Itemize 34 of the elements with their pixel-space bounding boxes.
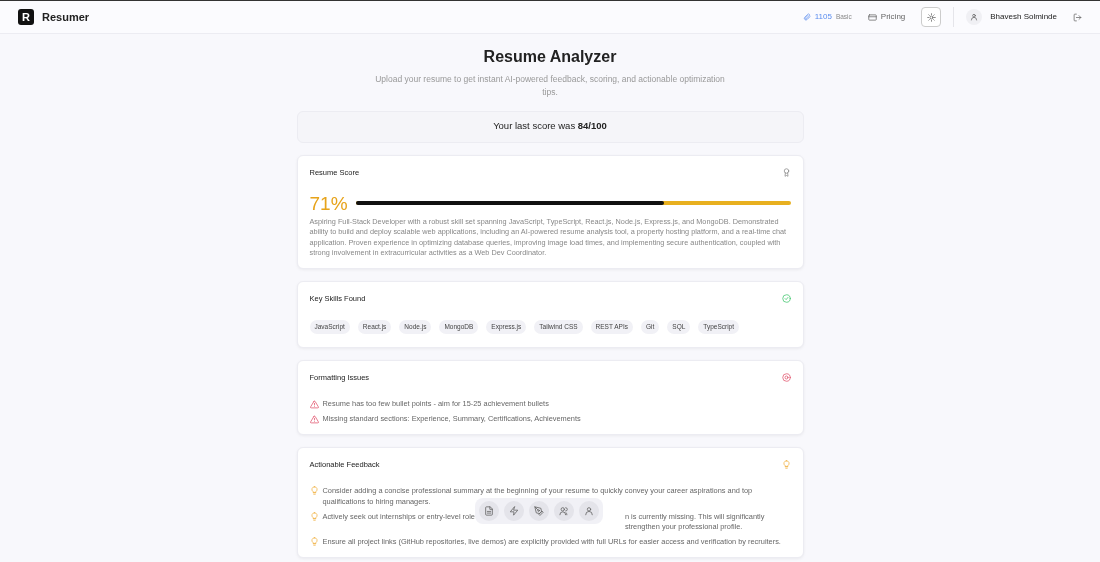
brand-name[interactable]: Resumer <box>42 8 90 26</box>
award-icon <box>781 167 791 177</box>
lightbulb-icon <box>309 536 319 546</box>
dock-button[interactable] <box>528 500 549 521</box>
dock-button[interactable] <box>503 500 524 521</box>
warning-icon <box>309 400 319 410</box>
document-icon <box>483 505 494 516</box>
error-icon <box>781 373 791 383</box>
page-subtitle: Upload your resume to get instant AI-powered feedback, scoring, and actionable optimization tips. <box>374 73 726 99</box>
dock-button[interactable] <box>578 500 599 521</box>
paperclip-icon <box>802 13 811 21</box>
pricing-link[interactable]: Pricing <box>867 11 906 23</box>
user-icon <box>583 505 594 516</box>
score-percent: 71% <box>309 193 348 213</box>
lightbulb-icon <box>781 459 791 469</box>
user-menu[interactable]: Bhavesh Solminde <box>966 9 1057 25</box>
users-icon <box>558 505 569 516</box>
pen-icon <box>533 505 544 516</box>
warning-icon <box>309 414 319 424</box>
page-title: Resume Analyzer <box>482 47 618 67</box>
logout-button[interactable] <box>1073 12 1082 22</box>
sun-icon <box>926 12 936 22</box>
logo-icon: R <box>18 9 34 25</box>
dock-button[interactable] <box>553 500 574 521</box>
dock-button[interactable] <box>478 500 499 521</box>
bolt-icon <box>508 505 519 516</box>
check-circle-icon <box>781 294 791 304</box>
logout-icon <box>1073 12 1082 22</box>
lightbulb-icon <box>309 486 319 496</box>
card-icon <box>867 12 877 22</box>
user-icon <box>966 9 983 25</box>
lightbulb-icon <box>309 511 319 521</box>
last-score-text: Your last score was 84/100 <box>493 119 607 134</box>
theme-toggle-button[interactable] <box>921 7 942 27</box>
